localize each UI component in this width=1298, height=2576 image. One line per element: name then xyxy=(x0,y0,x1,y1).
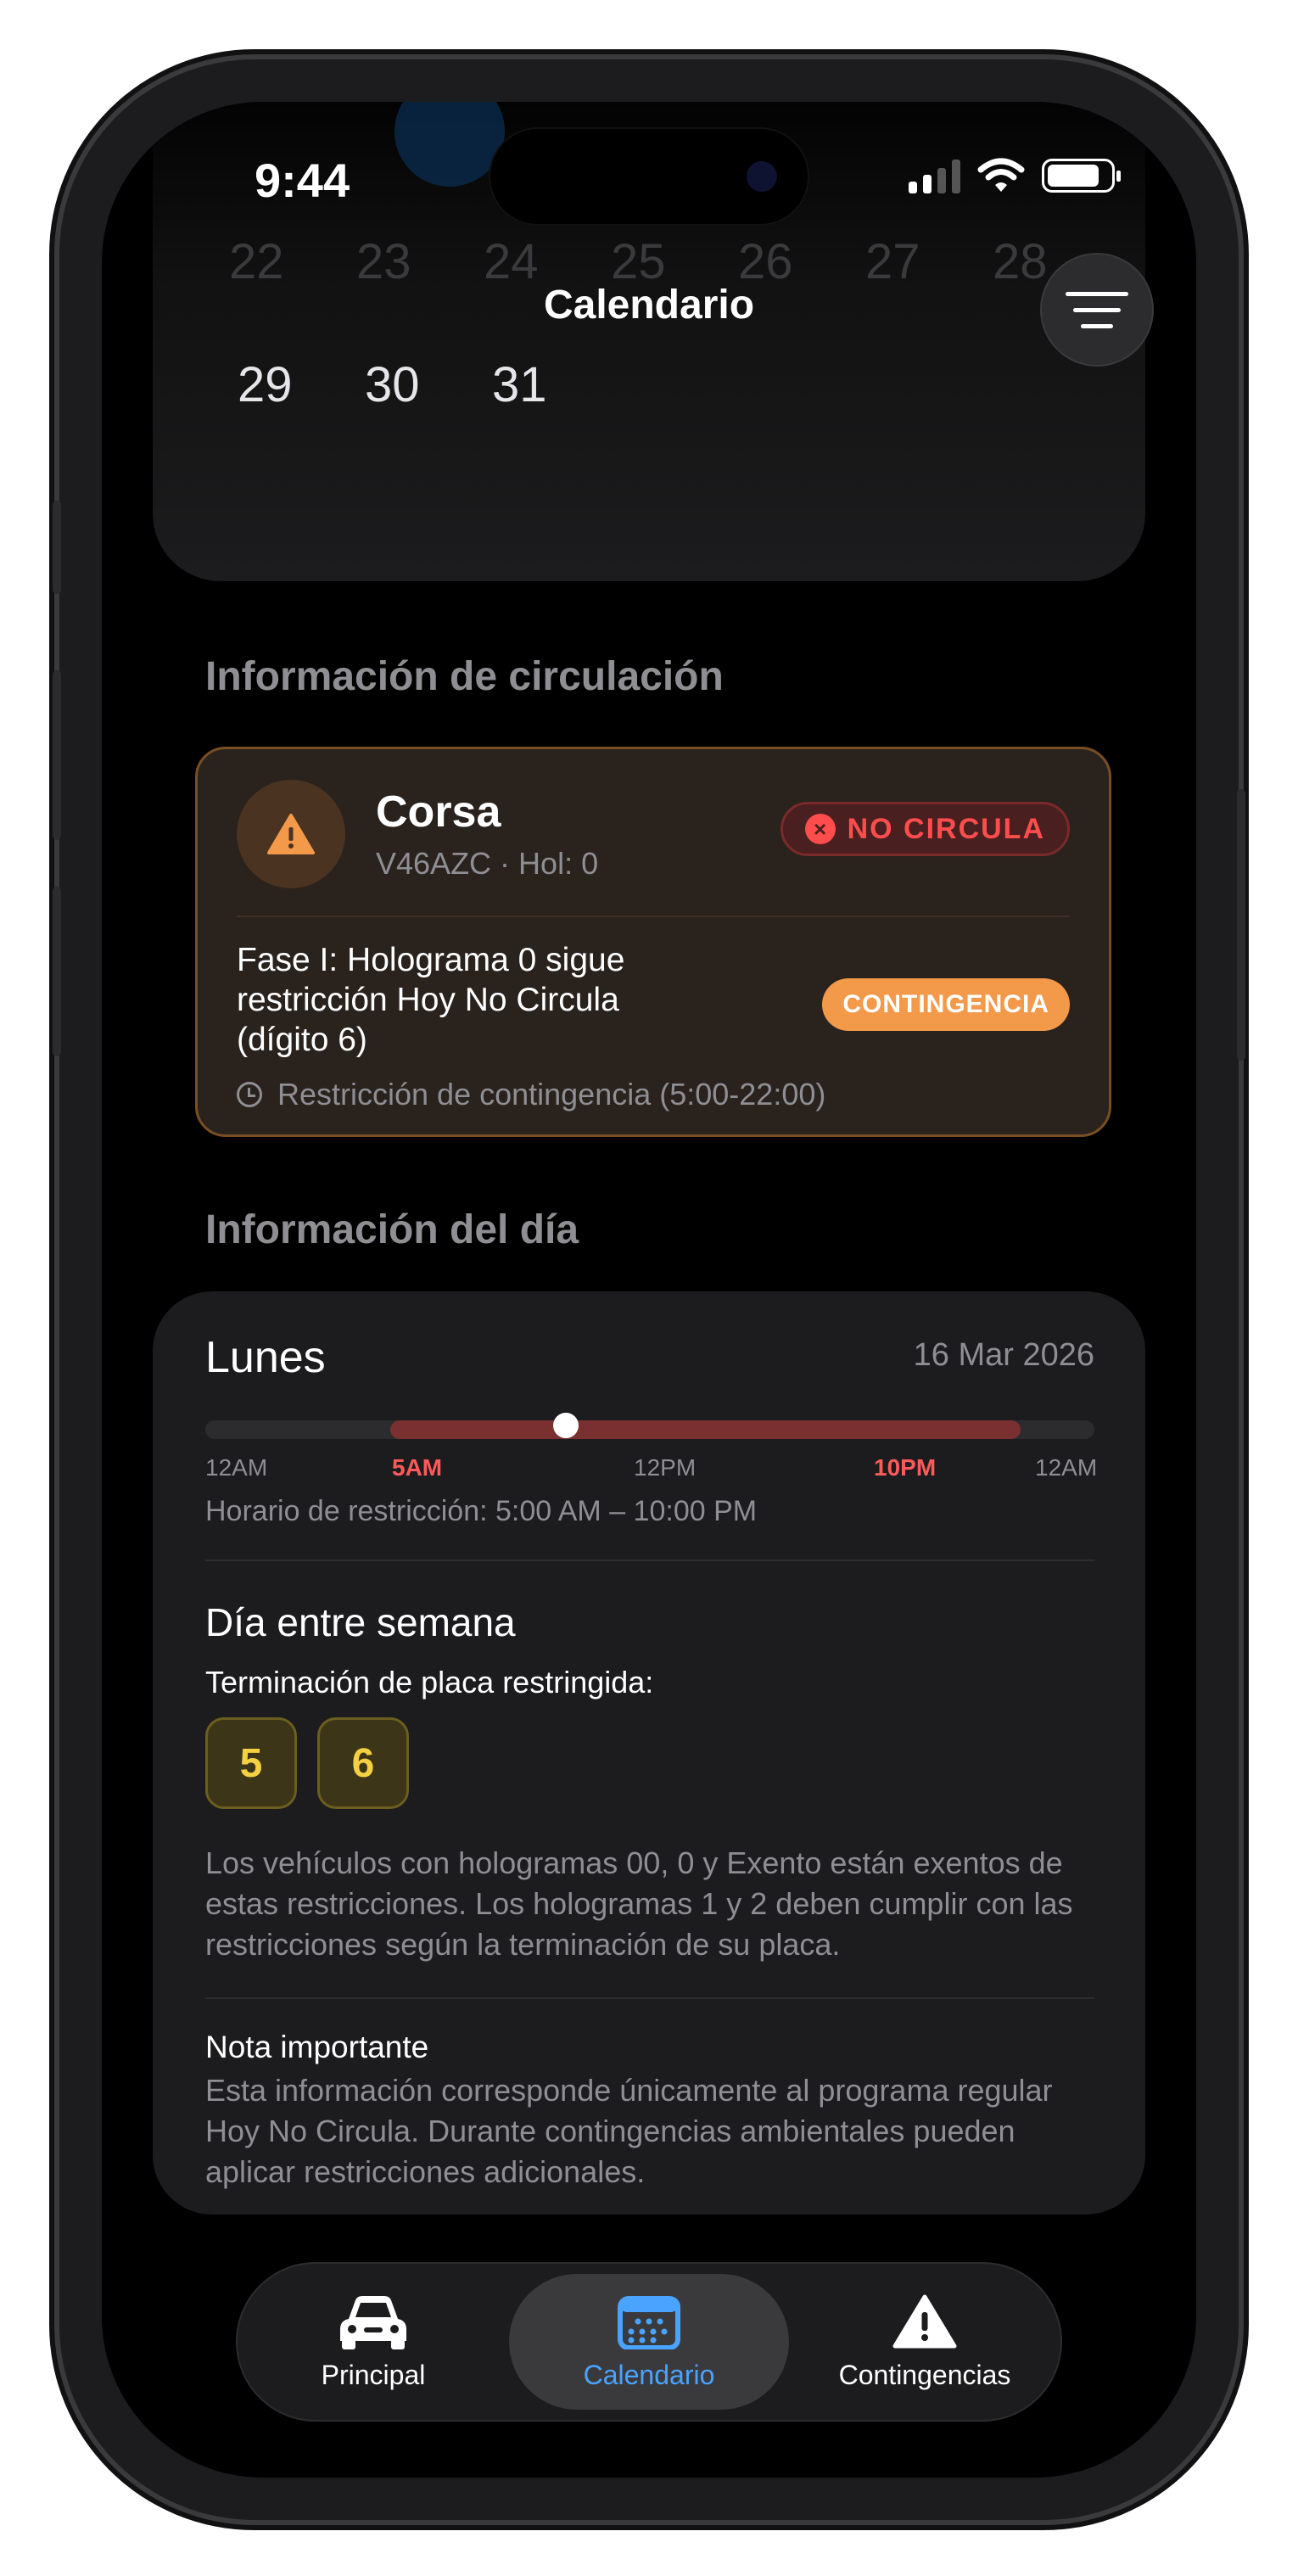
plate-digit: 5 xyxy=(205,1717,297,1809)
vehicle-status-card[interactable]: Corsa V46AZC · Hol: 0 × NO CIRCULA Fase … xyxy=(195,747,1111,1137)
status-badge-label: NO CIRCULA xyxy=(847,812,1045,845)
tab-calendario[interactable]: Calendario xyxy=(509,2274,789,2410)
status-icons xyxy=(909,158,1121,193)
exemption-text: Los vehículos con hologramas 00, 0 y Exe… xyxy=(205,1845,1073,1962)
weekday-title: Día entre semana xyxy=(205,1600,516,1644)
filter-button[interactable] xyxy=(1042,255,1152,365)
current-time-marker xyxy=(552,1413,579,1438)
restriction-hours: Horario de restricción: 5:00 AM – 10:00 … xyxy=(205,1495,758,1527)
filter-icon xyxy=(1066,291,1128,296)
cellular-signal-icon xyxy=(909,158,960,193)
day-info-card: Lunes 16 Mar 2026 12AM 5AM 12PM 10PM 12A… xyxy=(153,1291,1145,2215)
restriction-range xyxy=(390,1420,1021,1439)
wifi-icon xyxy=(977,158,1025,192)
plate-digit: 6 xyxy=(317,1717,409,1809)
calendar-week-row: 29 30 31 xyxy=(238,356,619,413)
divider xyxy=(237,916,1070,917)
warning-icon xyxy=(237,780,345,888)
calendar-day[interactable]: 29 xyxy=(238,356,365,413)
calendar-day[interactable]: 30 xyxy=(365,356,492,413)
warning-icon xyxy=(892,2294,957,2348)
vehicle-details: V46AZC · Hol: 0 xyxy=(376,846,599,881)
restriction-description: Fase I: Holograma 0 sigue restricción Ho… xyxy=(237,942,625,1058)
close-circle-icon: × xyxy=(804,814,836,844)
dynamic-island xyxy=(490,129,808,224)
tab-contingencias[interactable]: Contingencias xyxy=(814,2264,1035,2420)
page-title: Calendario xyxy=(543,283,755,328)
vehicle-name: Corsa xyxy=(376,787,501,837)
clock-icon xyxy=(237,1082,262,1107)
camera-icon xyxy=(747,161,777,192)
app-screen: 22 23 24 25 26 27 28 29 30 31 9:44 Calen… xyxy=(102,102,1196,2478)
timeline-tick: 10PM xyxy=(874,1454,937,1481)
restriction-note: Restricción de contingencia (5:00-22:00) xyxy=(237,1077,825,1112)
tab-label: Contingencias xyxy=(838,2359,1011,2390)
restriction-note-text: Restricción de contingencia (5:00-22:00) xyxy=(277,1077,826,1112)
timeline-tick: 5AM xyxy=(392,1454,443,1481)
tab-label: Calendario xyxy=(583,2359,715,2390)
today-highlight xyxy=(394,102,505,187)
section-title-circulation: Información de circulación xyxy=(205,654,724,699)
tab-label: Principal xyxy=(321,2359,426,2390)
action-button xyxy=(53,501,61,594)
tab-principal[interactable]: Principal xyxy=(271,2264,475,2420)
plate-label: Terminación de placa restringida: xyxy=(205,1665,654,1700)
status-time: 9:44 xyxy=(255,154,350,207)
car-icon xyxy=(340,2295,406,2349)
divider xyxy=(205,1560,1094,1561)
timeline-tick: 12PM xyxy=(634,1454,697,1481)
volume-down-button xyxy=(53,887,61,1056)
tab-bar: Principal Calendario Contingencias xyxy=(238,2264,1060,2420)
contingency-badge: CONTINGENCIA xyxy=(822,978,1070,1031)
note-title: Nota importante xyxy=(205,2030,429,2064)
volume-up-button xyxy=(53,670,61,840)
timeline-tick: 12AM xyxy=(205,1454,268,1481)
day-name: Lunes xyxy=(205,1333,326,1382)
calendar-day[interactable]: 31 xyxy=(492,356,619,413)
calendar-icon xyxy=(618,2295,680,2349)
power-button xyxy=(1237,789,1245,1061)
note-text: Esta información corresponde únicamente … xyxy=(205,2073,1053,2189)
divider xyxy=(205,1997,1094,1999)
day-date: 16 Mar 2026 xyxy=(913,1337,1094,1373)
no-circula-badge: × NO CIRCULA xyxy=(780,802,1070,856)
battery-icon xyxy=(1042,159,1121,193)
restriction-timeline xyxy=(205,1413,1094,1439)
timeline-tick: 12AM xyxy=(1035,1454,1098,1481)
section-title-day-info: Información del día xyxy=(205,1207,579,1252)
